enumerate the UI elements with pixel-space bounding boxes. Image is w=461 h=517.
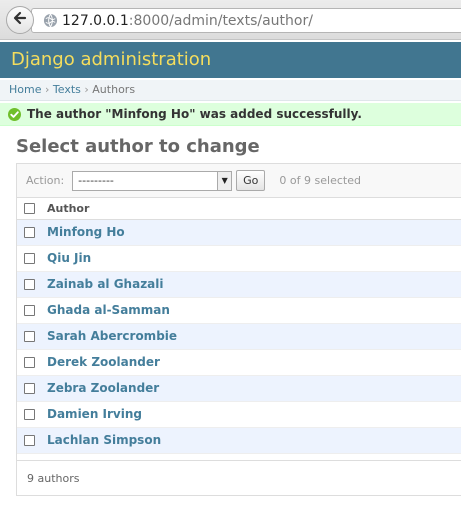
row-checkbox[interactable] (24, 253, 35, 264)
author-cell: Minfong Ho (47, 219, 461, 246)
breadcrumb-separator: › (84, 83, 89, 96)
row-checkbox[interactable] (24, 409, 35, 420)
url-host: 127.0.0.1 (62, 12, 129, 29)
row-checkbox-cell (17, 297, 47, 324)
table-row: Ghada al-Samman (17, 297, 461, 324)
breadcrumb-separator: › (44, 83, 50, 96)
row-checkbox[interactable] (24, 305, 35, 316)
success-message: The author "Minfong Ho" was added succes… (0, 103, 461, 126)
results-table: Author Minfong Ho Qiu Jin Zainab al Ghaz… (17, 198, 461, 454)
globe-icon (43, 13, 58, 28)
author-link[interactable]: Derek Zoolander (47, 355, 160, 369)
select-all-checkbox[interactable] (24, 203, 35, 215)
site-header: Django administration (0, 42, 461, 78)
row-checkbox[interactable] (24, 279, 35, 290)
back-button[interactable] (6, 6, 34, 34)
address-bar[interactable]: 127.0.0.1:8000/admin/texts/author/ (31, 8, 461, 33)
author-cell: Derek Zoolander (47, 349, 461, 376)
row-checkbox-cell (17, 219, 47, 246)
breadcrumb-current: Authors (92, 83, 136, 96)
page-title: Select author to change (16, 136, 260, 157)
author-link[interactable]: Lachlan Simpson (47, 433, 161, 447)
author-link[interactable]: Zebra Zoolander (47, 381, 159, 395)
author-cell: Zainab al Ghazali (47, 271, 461, 298)
column-header-author[interactable]: Author (47, 198, 461, 220)
row-checkbox-cell (17, 427, 47, 454)
action-select-value: --------- (78, 174, 114, 187)
select-all-cell (17, 198, 47, 220)
author-cell: Zebra Zoolander (47, 375, 461, 402)
table-row: Derek Zoolander (17, 349, 461, 376)
row-checkbox-cell (17, 349, 47, 376)
table-row: Zainab al Ghazali (17, 271, 461, 298)
site-title[interactable]: Django administration (11, 49, 450, 70)
selected-count: 0 of 9 selected (279, 174, 361, 187)
result-count: 9 authors (27, 471, 80, 485)
breadcrumb-home[interactable]: Home (9, 83, 41, 96)
row-checkbox-cell (17, 271, 47, 298)
table-row: Lachlan Simpson (17, 427, 461, 454)
table-row: Sarah Abercrombie (17, 323, 461, 350)
check-icon (8, 107, 21, 121)
go-button[interactable]: Go (236, 170, 266, 191)
success-message-text: The author "Minfong Ho" was added succes… (27, 107, 362, 121)
changelist: Action: --------- ▼ Go 0 of 9 selected A… (16, 163, 461, 496)
action-select[interactable]: --------- ▼ (72, 170, 233, 191)
row-checkbox[interactable] (24, 331, 35, 342)
row-checkbox-cell (17, 375, 47, 402)
author-link[interactable]: Damien Irving (47, 407, 142, 421)
back-arrow-icon (12, 10, 28, 30)
browser-toolbar: 127.0.0.1:8000/admin/texts/author/ (0, 0, 461, 40)
author-cell: Lachlan Simpson (47, 427, 461, 454)
author-cell: Ghada al-Samman (47, 297, 461, 324)
author-link[interactable]: Ghada al-Samman (47, 303, 170, 317)
author-link[interactable]: Zainab al Ghazali (47, 277, 164, 291)
author-cell: Qiu Jin (47, 245, 461, 272)
action-label: Action: (26, 174, 65, 187)
table-row: Zebra Zoolander (17, 375, 461, 402)
row-checkbox-cell (17, 401, 47, 428)
row-checkbox[interactable] (24, 435, 35, 446)
author-link[interactable]: Qiu Jin (47, 251, 91, 265)
paginator: 9 authors (17, 460, 461, 495)
table-row: Qiu Jin (17, 245, 461, 272)
row-checkbox[interactable] (24, 227, 35, 238)
author-link[interactable]: Sarah Abercrombie (47, 329, 177, 343)
row-checkbox-cell (17, 323, 47, 350)
author-cell: Sarah Abercrombie (47, 323, 461, 350)
row-checkbox-cell (17, 245, 47, 272)
table-row: Damien Irving (17, 401, 461, 428)
actions-bar: Action: --------- ▼ Go 0 of 9 selected (17, 164, 461, 198)
row-checkbox[interactable] (24, 383, 35, 394)
author-cell: Damien Irving (47, 401, 461, 428)
url-path: :8000/admin/texts/author/ (128, 12, 313, 29)
row-checkbox[interactable] (24, 357, 35, 368)
table-header-row: Author (17, 198, 461, 220)
table-row: Minfong Ho (17, 219, 461, 246)
breadcrumb-texts[interactable]: Texts (53, 83, 81, 96)
author-link[interactable]: Minfong Ho (47, 225, 125, 239)
dropdown-arrow-icon: ▼ (217, 171, 232, 190)
breadcrumb: Home › Texts › Authors (0, 80, 461, 101)
